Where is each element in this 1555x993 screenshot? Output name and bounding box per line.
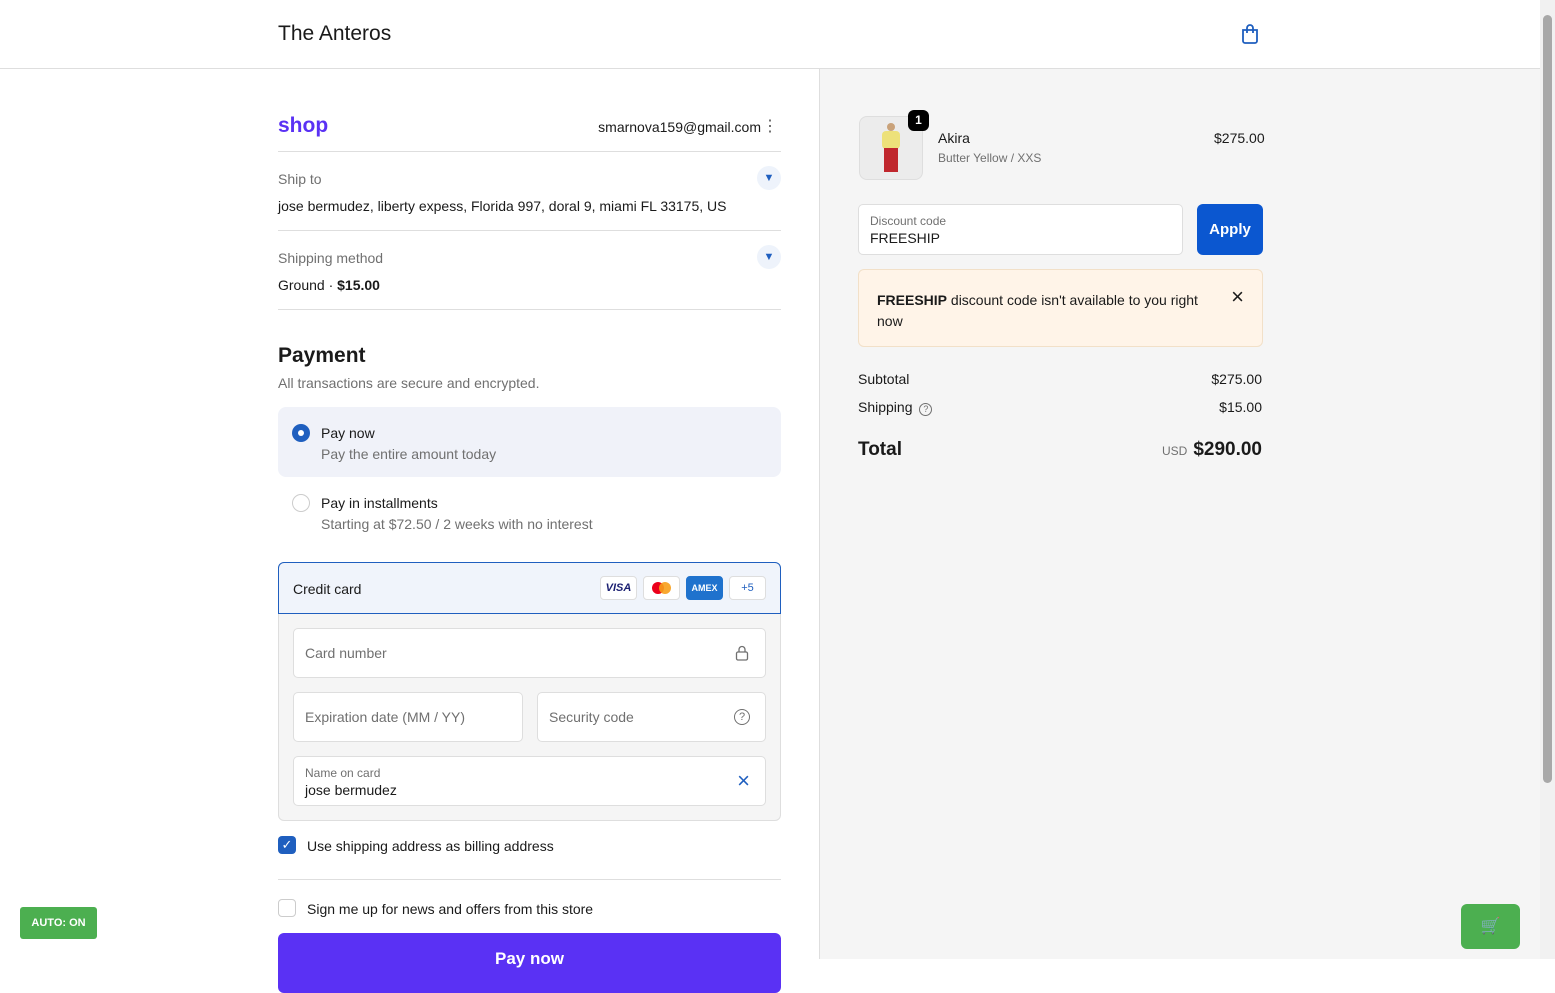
scrollbar-thumb[interactable] [1543,15,1552,783]
pay-now-button[interactable]: Pay now [278,933,781,993]
quantity-badge: 1 [908,110,929,131]
discount-label: Discount code [870,214,947,228]
billing-row[interactable]: ✓ Use shipping address as billing addres… [278,836,781,880]
checkout-form: shop smarnova159@gmail.com ⋮ Ship to ▼ j… [278,69,781,993]
ship-to-row[interactable]: Ship to ▼ jose bermudez, liberty expess,… [278,152,781,231]
close-icon[interactable]: × [1231,284,1244,310]
expiry-placeholder: Expiration date (MM / YY) [305,709,466,725]
cart-extension-button[interactable]: 🛒 [1461,904,1520,949]
credit-card-header[interactable]: Credit card VISA AMEX +5 [278,562,781,614]
scrollbar[interactable] [1540,0,1555,959]
shipping-method-label: Shipping method [278,250,384,266]
installments-option[interactable]: Pay in installments Starting at $72.50 /… [278,477,781,547]
auto-mode-badge[interactable]: AUTO: ON [20,907,97,939]
credit-card-label: Credit card [293,581,362,597]
ship-to-label: Ship to [278,171,322,187]
cart-icon: 🛒 [1480,918,1501,935]
more-brands-badge: +5 [729,576,766,600]
order-summary: 1 Akira Butter Yellow / XXS $275.00 Disc… [819,69,1540,959]
chevron-down-icon[interactable]: ▼ [757,245,781,269]
name-on-card-value: jose bermudez [305,782,397,798]
subtotal-label: Subtotal [858,371,910,387]
security-code-input[interactable]: Security code ? [537,692,766,742]
subtotal-value: $275.00 [1211,371,1262,387]
discount-code-input[interactable]: Discount code FREESHIP [858,204,1183,255]
billing-label: Use shipping address as billing address [307,838,554,854]
name-on-card-label: Name on card [305,766,381,780]
option-desc: Starting at $72.50 / 2 weeks with no int… [321,516,593,532]
newsletter-label: Sign me up for news and offers from this… [307,901,594,917]
store-name[interactable]: The Anteros [278,22,391,46]
ship-to-address: jose bermudez, liberty expess, Florida 9… [278,198,727,214]
chevron-down-icon[interactable]: ▼ [757,166,781,190]
help-icon[interactable]: ? [919,403,933,416]
shipping-label: Shipping [858,399,913,415]
security-placeholder: Security code [549,709,634,725]
total-value: $290.00 [1193,439,1262,460]
lock-icon [735,645,749,661]
discount-error-banner: FREESHIP discount code isn't available t… [858,269,1263,347]
mastercard-icon [643,576,680,600]
shopping-bag-icon[interactable] [1239,23,1261,45]
discount-value: FREESHIP [870,230,941,246]
name-on-card-input[interactable]: Name on card jose bermudez × [293,756,766,806]
currency: USD [1161,444,1188,458]
shipping-method-row[interactable]: Shipping method ▼ Ground · $15.00 [278,231,781,310]
newsletter-checkbox[interactable] [278,899,296,917]
credit-card-panel: Credit card VISA AMEX +5 Card number Exp… [278,562,781,821]
shop-logo: shop [278,114,329,137]
amex-icon: AMEX [686,576,723,600]
product-variant: Butter Yellow / XXS [938,151,1042,165]
apply-button[interactable]: Apply [1197,204,1263,255]
option-title: Pay now [321,425,375,441]
payment-subtitle: All transactions are secure and encrypte… [278,375,540,391]
payment-title: Payment [278,344,366,367]
option-title: Pay in installments [321,495,438,511]
installments-radio[interactable] [292,494,310,512]
clear-icon[interactable]: × [737,768,750,794]
account-row: shop smarnova159@gmail.com ⋮ [278,69,781,152]
header: The Anteros [0,0,1540,69]
account-email: smarnova159@gmail.com [598,119,761,135]
product-name: Akira [938,130,970,146]
shipping-method-name: Ground · [278,277,338,293]
card-number-input[interactable]: Card number [293,628,766,678]
help-icon[interactable]: ? [734,709,750,725]
billing-checkbox[interactable]: ✓ [278,836,296,854]
error-code: FREESHIP [877,292,948,308]
visa-icon: VISA [600,576,637,600]
expiration-date-input[interactable]: Expiration date (MM / YY) [293,692,523,742]
total-label: Total [858,439,902,460]
card-number-placeholder: Card number [305,645,387,661]
product-price: $275.00 [1214,130,1265,146]
option-desc: Pay the entire amount today [321,446,497,462]
shipping-value: $15.00 [1219,399,1262,415]
pay-now-option[interactable]: Pay now Pay the entire amount today [278,407,781,477]
shipping-method-price: $15.00 [337,277,380,293]
more-options-icon[interactable]: ⋮ [762,116,778,136]
pay-now-radio[interactable] [292,424,310,442]
